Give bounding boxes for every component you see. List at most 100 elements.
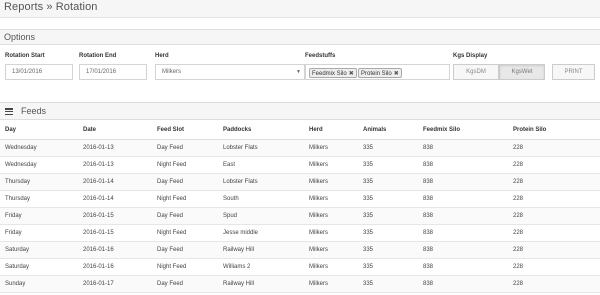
cell-animals: 335	[358, 275, 418, 294]
cell-feedmix-silo: 838	[418, 173, 508, 191]
rotation-end-label: Rotation End	[79, 53, 117, 59]
cell-paddocks: East	[218, 156, 304, 174]
cell-feedmix-silo: 838	[418, 207, 508, 225]
cell-herd: Milkers	[304, 224, 358, 243]
cell-paddocks: South	[218, 190, 304, 208]
cell-feed-slot: Night Feed	[152, 156, 218, 174]
page-title: Reports » Rotation	[4, 1, 98, 13]
options-heading: Options	[4, 32, 36, 42]
table-row: Wednesday 2016-01-13 Day Feed Lobster Flats…	[0, 139, 600, 157]
feedstuffs-label: Feedstuffs	[305, 53, 336, 59]
cell-animals: 335	[358, 224, 418, 243]
cell-day: Wednesday	[0, 156, 78, 174]
cell-animals: 335	[358, 156, 418, 174]
cell-paddocks: Railway Hill	[218, 241, 304, 260]
cell-animals: 335	[358, 258, 418, 277]
rotation-start-input[interactable]: 13/01/2016	[5, 64, 73, 80]
cell-paddocks: Spud	[218, 207, 304, 225]
cell-herd: Milkers	[304, 258, 358, 277]
cell-feedmix-silo: 838	[418, 156, 508, 174]
cell-feed-slot: Day Feed	[152, 207, 218, 225]
cell-day: Sunday	[0, 275, 78, 294]
column-header-feed-slot: Feed Slot	[152, 122, 218, 140]
feeds-table: Day Date Feed Slot Paddocks Herd Animals Feedm…	[0, 122, 600, 294]
table-row: Friday 2016-01-15 Night Feed Jesse middle Mi…	[0, 224, 600, 243]
herd-select[interactable]: Milkers ▼	[155, 64, 305, 80]
column-header-feedmix-silo: Feedmix Silo	[418, 122, 508, 140]
cell-date: 2016-01-15	[78, 207, 152, 225]
column-header-animals: Animals	[358, 122, 418, 140]
cell-herd: Milkers	[304, 139, 358, 157]
feeds-panel-header: Feeds	[0, 102, 600, 120]
table-row: Thursday 2016-01-14 Night Feed South Milkers…	[0, 190, 600, 208]
rotation-start-label: Rotation Start	[5, 53, 45, 59]
kgs-dm-toggle[interactable]: KgsDM	[453, 64, 499, 80]
cell-protein-silo: 228	[508, 258, 600, 277]
cell-paddocks: Lobster Flats	[218, 139, 304, 157]
herd-select-value: Milkers	[162, 69, 181, 75]
cell-date: 2016-01-17	[78, 275, 152, 294]
table-row: Wednesday 2016-01-13 Night Feed East Milkers…	[0, 156, 600, 174]
cell-paddocks: Railway Hill	[218, 275, 304, 294]
cell-day: Friday	[0, 207, 78, 225]
cell-feed-slot: Night Feed	[152, 258, 218, 277]
cell-protein-silo: 228	[508, 241, 600, 260]
column-header-date: Date	[78, 122, 152, 140]
cell-day: Thursday	[0, 173, 78, 191]
cell-protein-silo: 228	[508, 275, 600, 294]
cell-date: 2016-01-15	[78, 224, 152, 243]
cell-feedmix-silo: 838	[418, 224, 508, 243]
cell-feed-slot: Day Feed	[152, 173, 218, 191]
kgs-display-label: Kgs Display	[453, 53, 488, 59]
print-button[interactable]: PRINT	[552, 64, 595, 80]
cell-protein-silo: 228	[508, 173, 600, 191]
table-row: Thursday 2016-01-14 Day Feed Lobster Flats M…	[0, 173, 600, 191]
cell-day: Saturday	[0, 258, 78, 277]
cell-animals: 335	[358, 207, 418, 225]
remove-tag-icon[interactable]: ✖	[394, 71, 399, 77]
chevron-down-icon: ▼	[296, 69, 301, 75]
cell-herd: Milkers	[304, 207, 358, 225]
cell-feed-slot: Night Feed	[152, 224, 218, 243]
cell-feed-slot: Day Feed	[152, 139, 218, 157]
rotation-end-input[interactable]: 17/01/2016	[79, 64, 147, 80]
column-header-day: Day	[0, 122, 78, 140]
column-header-protein-silo: Protein Silo	[508, 122, 600, 140]
cell-day: Thursday	[0, 190, 78, 208]
remove-tag-icon[interactable]: ✖	[349, 71, 354, 77]
cell-protein-silo: 228	[508, 139, 600, 157]
cell-feedmix-silo: 838	[418, 275, 508, 294]
cell-protein-silo: 228	[508, 207, 600, 225]
cell-paddocks: Lobster Flats	[218, 173, 304, 191]
table-header-row: Day Date Feed Slot Paddocks Herd Animals Feedm…	[0, 122, 600, 140]
cell-day: Wednesday	[0, 139, 78, 157]
cell-herd: Milkers	[304, 156, 358, 174]
cell-feed-slot: Day Feed	[152, 275, 218, 294]
cell-date: 2016-01-13	[78, 139, 152, 157]
cell-herd: Milkers	[304, 275, 358, 294]
cell-herd: Milkers	[304, 241, 358, 260]
column-header-paddocks: Paddocks	[218, 122, 304, 140]
column-header-herd: Herd	[304, 122, 358, 140]
cell-day: Friday	[0, 224, 78, 243]
cell-paddocks: Williams 2	[218, 258, 304, 277]
cell-protein-silo: 228	[508, 156, 600, 174]
cell-feedmix-silo: 838	[418, 241, 508, 260]
feeds-heading: Feeds	[21, 106, 47, 116]
feedstuff-tag-label: Protein Silo	[361, 71, 392, 77]
cell-feedmix-silo: 838	[418, 139, 508, 157]
feedstuff-tag: Protein Silo ✖	[358, 68, 402, 78]
feedstuff-tag-label: Feedmix Silo	[312, 71, 347, 77]
cell-paddocks: Jesse middle	[218, 224, 304, 243]
cell-date: 2016-01-16	[78, 241, 152, 260]
herd-label: Herd	[155, 53, 169, 59]
options-panel-header: Options	[0, 29, 600, 45]
cell-protein-silo: 228	[508, 190, 600, 208]
page-header: Reports » Rotation	[0, 0, 600, 18]
kgs-wet-toggle[interactable]: KgsWet	[499, 64, 545, 80]
table-row: Saturday 2016-01-16 Night Feed Williams 2 Mi…	[0, 258, 600, 277]
cell-protein-silo: 228	[508, 224, 600, 243]
table-row: Friday 2016-01-15 Day Feed Spud Milkers 335 83…	[0, 207, 600, 225]
table-row: Saturday 2016-01-16 Day Feed Railway Hill Mi…	[0, 241, 600, 260]
cell-herd: Milkers	[304, 190, 358, 208]
